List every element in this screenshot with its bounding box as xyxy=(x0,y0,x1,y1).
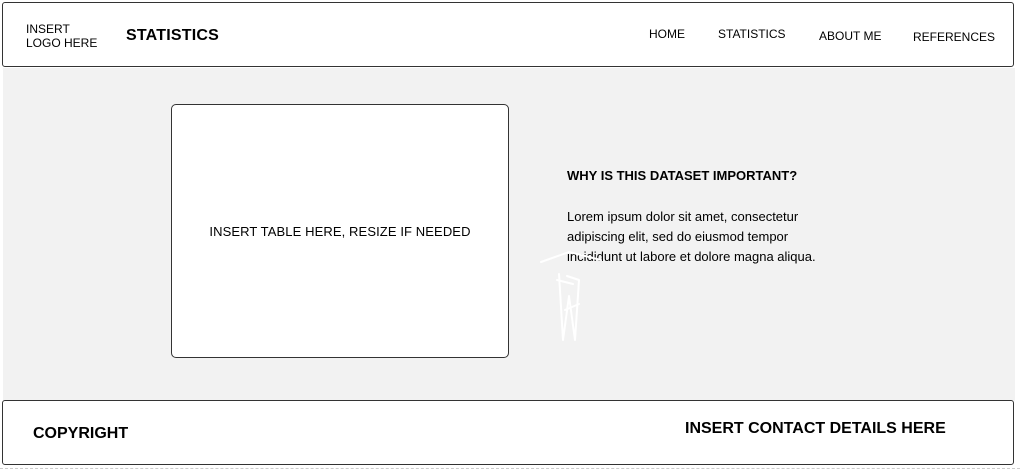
nav-home-link[interactable]: HOME xyxy=(649,27,685,41)
cursor-scribble-mark xyxy=(540,250,602,341)
main-content-area xyxy=(3,68,1015,401)
why-heading: WHY IS THIS DATASET IMPORTANT? xyxy=(567,168,798,183)
logo-placeholder[interactable]: INSERT LOGO HERE xyxy=(26,22,106,50)
table-placeholder-box: INSERT TABLE HERE, RESIZE IF NEEDED xyxy=(171,104,509,358)
nav-references-link[interactable]: REFERENCES xyxy=(913,30,995,44)
bottom-divider xyxy=(0,468,1020,470)
table-placeholder-text: INSERT TABLE HERE, RESIZE IF NEEDED xyxy=(209,223,471,239)
site-title: STATISTICS xyxy=(126,27,219,44)
nav-statistics-link[interactable]: STATISTICS xyxy=(718,27,786,41)
contact-details-text: INSERT CONTACT DETAILS HERE xyxy=(685,420,946,437)
nav-about-link[interactable]: ABOUT ME xyxy=(819,29,881,43)
site-footer: COPYRIGHT INSERT CONTACT DETAILS HERE xyxy=(2,400,1014,465)
page: INSERT LOGO HERE STATISTICS HOME STATIST… xyxy=(0,0,1020,473)
site-header: INSERT LOGO HERE STATISTICS HOME STATIST… xyxy=(2,2,1014,67)
copyright-text: COPYRIGHT xyxy=(33,425,129,442)
